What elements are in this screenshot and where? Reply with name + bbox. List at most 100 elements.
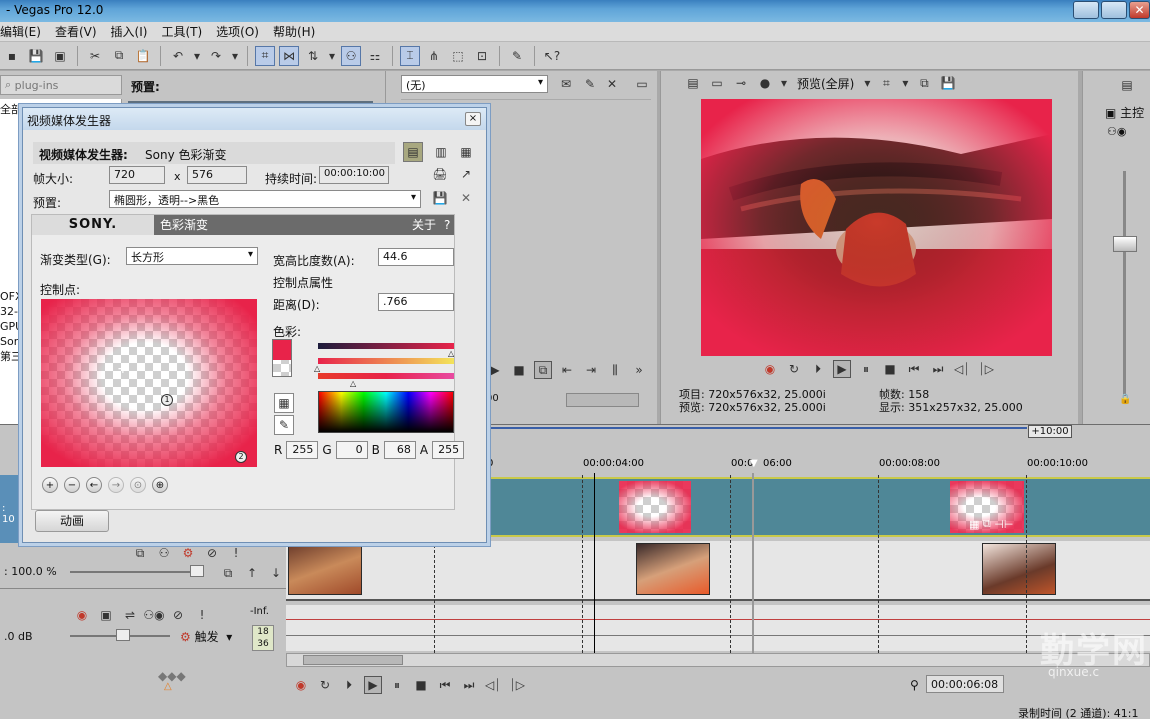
frame-height-field[interactable]: 576: [187, 166, 247, 184]
saturation-slider-thumb-icon[interactable]: △: [314, 364, 320, 373]
preview-quality-icon[interactable]: ●: [755, 73, 775, 93]
trim-audio-icon[interactable]: ⫼: [606, 361, 624, 379]
control-point-1[interactable]: 1: [161, 394, 173, 406]
duration-field[interactable]: 00:00:10:00: [319, 166, 389, 184]
r-field[interactable]: 255: [286, 441, 319, 459]
track-composite-icon[interactable]: ⚇: [154, 543, 174, 563]
overlays-dropdown-icon[interactable]: ▾: [900, 73, 910, 93]
time-ruler[interactable]: 0 00:00:04:00 00:0 06:00 00:00:08:00 00:…: [487, 458, 1107, 472]
stop-icon[interactable]: ■: [412, 676, 430, 694]
menu-insert[interactable]: 插入(I): [111, 23, 148, 40]
ripple-dropdown-icon[interactable]: ▾: [327, 46, 337, 66]
color-swatch[interactable]: [272, 339, 292, 377]
frame-width-field[interactable]: 720: [109, 166, 165, 184]
loop-playback-icon[interactable]: ↻: [316, 676, 334, 694]
trim-more-icon[interactable]: »: [630, 361, 648, 379]
fx-pin-icon[interactable]: ✎: [580, 74, 600, 94]
tree-item[interactable]: 第三: [0, 349, 23, 364]
menu-tools[interactable]: 工具(T): [161, 23, 202, 40]
master-fader-handle[interactable]: [1113, 236, 1137, 252]
tree-item[interactable]: 全部: [0, 102, 22, 117]
preview-frame[interactable]: [701, 99, 1052, 356]
audio-arm-record-icon[interactable]: ◉: [72, 605, 92, 625]
fx-preset-select[interactable]: (无): [401, 75, 548, 93]
trigger-control[interactable]: ⚙ 触发 ▾: [180, 628, 232, 645]
loop-region-bar[interactable]: [487, 427, 1027, 429]
video-track-header[interactable]: : 10: [0, 475, 20, 543]
reset-point-icon[interactable]: ⊕: [152, 477, 168, 493]
cursor-marker-icon[interactable]: ▼: [750, 458, 758, 469]
snap-pin-icon[interactable]: ⚲: [910, 678, 919, 692]
close-window-button[interactable]: ✕: [1129, 1, 1150, 19]
b-field[interactable]: 68: [383, 441, 416, 459]
play-icon[interactable]: ▶: [364, 676, 382, 694]
video-clip[interactable]: [636, 543, 710, 595]
minimize-button[interactable]: [1073, 1, 1099, 19]
trim-next-icon[interactable]: ⇥: [582, 361, 600, 379]
preview-properties-icon[interactable]: ▤: [683, 73, 703, 93]
video-level-handle[interactable]: [190, 565, 204, 577]
view-grid-icon[interactable]: ▦: [456, 142, 476, 162]
save-icon[interactable]: 💾: [26, 46, 46, 66]
paste-icon[interactable]: 📋: [133, 46, 153, 66]
overlays-icon[interactable]: ⌗: [876, 73, 896, 93]
playhead-line[interactable]: [594, 473, 595, 655]
go-to-start-icon[interactable]: ⏮: [436, 676, 454, 694]
quality-dropdown-icon[interactable]: ▾: [779, 73, 789, 93]
dialog-close-button[interactable]: ×: [465, 112, 481, 126]
mixer-lock-icon[interactable]: 🔒: [1119, 394, 1131, 405]
audio-volume-envelope[interactable]: [286, 619, 1150, 620]
zoom-tool-icon[interactable]: ⊡: [472, 46, 492, 66]
eyedropper-icon[interactable]: ✎: [274, 415, 294, 435]
audio-track-lane[interactable]: [286, 605, 1150, 651]
track-fx-icon[interactable]: ⚙: [178, 543, 198, 563]
ignore-grouping-icon[interactable]: ⚏: [365, 46, 385, 66]
scrollbar-thumb[interactable]: [303, 655, 403, 665]
undo-icon[interactable]: ↶: [168, 46, 188, 66]
prev-frame-icon[interactable]: ◁⏐: [484, 676, 502, 694]
track-motion-icon[interactable]: ⧉: [130, 543, 150, 563]
gradient-type-select[interactable]: 长方形: [126, 247, 258, 265]
video-clip[interactable]: [288, 543, 362, 595]
plugin-search-field[interactable]: ⌕ plug-ins: [0, 75, 122, 95]
dialog-titlebar[interactable]: 视频媒体发生器 ×: [23, 108, 486, 130]
preview-device-icon[interactable]: ▭: [707, 73, 727, 93]
prev-frame-icon[interactable]: ◁⏐: [953, 360, 971, 378]
help-link[interactable]: ?: [444, 215, 450, 235]
clip-crop-icon[interactable]: ⧉: [983, 517, 994, 531]
save-preset-icon[interactable]: 💾: [430, 188, 450, 208]
whats-this-icon[interactable]: ↖?: [542, 46, 562, 66]
loop-icon[interactable]: ↻: [785, 360, 803, 378]
normal-edit-tool-icon[interactable]: ⌶: [400, 45, 420, 66]
fx-save-icon[interactable]: ✉: [556, 74, 576, 94]
trim-prev-icon[interactable]: ⇤: [558, 361, 576, 379]
alpha-slider-thumb-icon[interactable]: △: [350, 379, 356, 388]
previous-point-icon[interactable]: ←: [86, 477, 102, 493]
delete-preset-icon[interactable]: ✕: [456, 188, 476, 208]
clip-fx-icon[interactable]: ⊣⊢: [994, 518, 1013, 531]
timecode-display[interactable]: 00:00:06:08: [926, 675, 1004, 693]
view-list-icon[interactable]: ▥: [431, 142, 451, 162]
distance-field[interactable]: .766: [378, 293, 454, 311]
gradient-clip[interactable]: [619, 481, 691, 533]
lock-envelopes-icon[interactable]: ⚇: [341, 45, 361, 66]
saturation-slider[interactable]: [318, 358, 454, 364]
tree-item[interactable]: GPU: [0, 319, 23, 334]
parent-icon[interactable]: ↑: [242, 563, 262, 583]
alpha-slider[interactable]: [318, 373, 454, 379]
tree-item[interactable]: 32-: [0, 304, 23, 319]
play-icon[interactable]: ▶: [833, 360, 851, 378]
pause-icon[interactable]: ⏸: [857, 360, 875, 378]
record-icon[interactable]: ◉: [761, 360, 779, 378]
a-field[interactable]: 255: [432, 441, 465, 459]
color-palette-icon[interactable]: ▦: [274, 393, 294, 413]
audio-automation-icon[interactable]: ⇌: [120, 605, 140, 625]
fx-monitor-icon[interactable]: ▭: [632, 74, 652, 94]
trim-loop-icon[interactable]: ⧉: [534, 361, 552, 379]
audio-route-icon[interactable]: ⚇◉: [143, 605, 164, 625]
split-screen-icon[interactable]: ⊸: [731, 73, 751, 93]
next-frame-icon[interactable]: ⏐▷: [508, 676, 526, 694]
trim-range[interactable]: [566, 393, 639, 407]
g-field[interactable]: 0: [335, 441, 368, 459]
go-to-end-icon[interactable]: ⏭: [460, 676, 478, 694]
